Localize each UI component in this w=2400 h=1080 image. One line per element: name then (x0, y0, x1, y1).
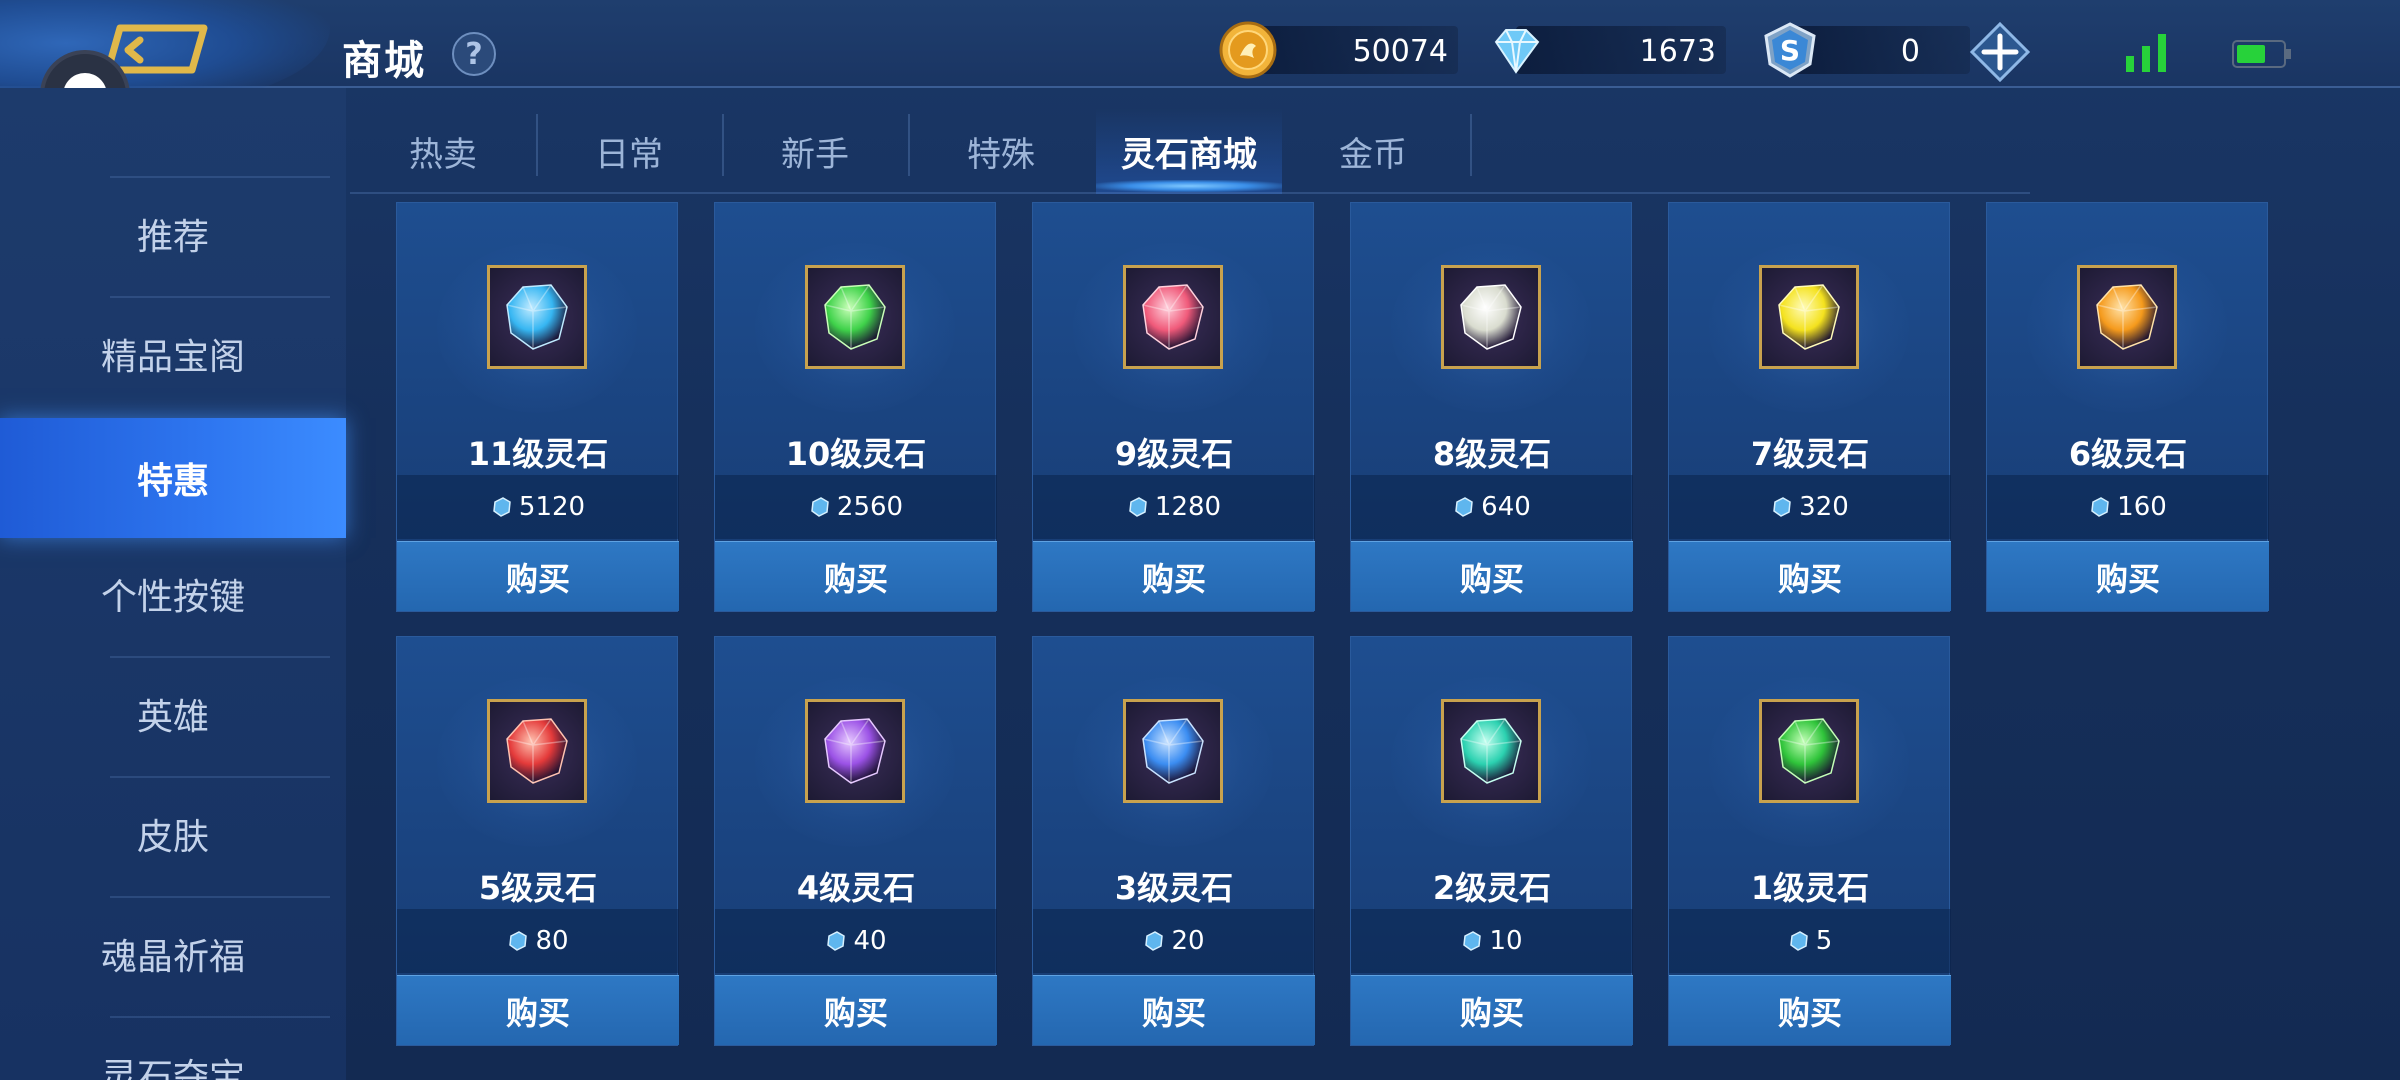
item-name: 3级灵石 (1114, 869, 1234, 907)
item-price: 160 (2117, 492, 2167, 522)
item-price: 640 (1481, 492, 1531, 522)
spirit-stone-currency-icon (1455, 497, 1473, 517)
spirit-stone-icon (1778, 718, 1840, 784)
item-name: 10级灵石 (785, 435, 927, 473)
item-icon-frame (1759, 265, 1859, 369)
buy-button[interactable]: 购买 (715, 975, 997, 1045)
product-card[interactable]: 1级灵石 5 购买 (1668, 636, 1951, 1046)
price-row: 1280 (1033, 475, 1315, 539)
item-price: 5 (1815, 926, 1833, 956)
spirit-stone-icon (1778, 284, 1840, 350)
product-grid: 11级灵石 5120 购买 10级灵石 2560 购买 9级灵石 1280 购买 8级灵石 640 购… (0, 0, 2400, 1080)
buy-button[interactable]: 购买 (1033, 975, 1315, 1045)
buy-button[interactable]: 购买 (397, 975, 679, 1045)
item-name: 2级灵石 (1432, 869, 1552, 907)
spirit-stone-currency-icon (2091, 497, 2109, 517)
item-price: 320 (1799, 492, 1849, 522)
item-name: 1级灵石 (1750, 869, 1870, 907)
item-name: 4级灵石 (796, 869, 916, 907)
item-icon-frame (805, 699, 905, 803)
buy-button[interactable]: 购买 (1351, 975, 1633, 1045)
item-price: 5120 (518, 492, 586, 522)
price-row: 5120 (397, 475, 679, 539)
spirit-stone-currency-icon (509, 931, 528, 951)
item-name: 5级灵石 (478, 869, 598, 907)
spirit-stone-icon (1460, 718, 1522, 784)
spirit-stone-icon (1142, 284, 1204, 350)
item-icon-frame (805, 265, 905, 369)
item-icon-frame (2077, 265, 2177, 369)
item-price: 2560 (836, 492, 904, 522)
item-price: 80 (535, 926, 569, 956)
spirit-stone-currency-icon (1129, 497, 1147, 517)
price-row: 5 (1669, 909, 1951, 973)
product-card[interactable]: 10级灵石 2560 购买 (714, 202, 997, 612)
product-card[interactable]: 9级灵石 1280 购买 (1032, 202, 1315, 612)
buy-button[interactable]: 购买 (1033, 541, 1315, 611)
item-name: 6级灵石 (2068, 435, 2188, 473)
spirit-stone-currency-icon (1789, 931, 1808, 951)
price-row: 320 (1669, 475, 1951, 539)
item-icon-frame (1123, 699, 1223, 803)
price-row: 640 (1351, 475, 1633, 539)
spirit-stone-currency-icon (811, 497, 829, 517)
item-price: 10 (1489, 926, 1523, 956)
spirit-stone-icon (2096, 284, 2158, 350)
item-icon-frame (1759, 699, 1859, 803)
buy-button[interactable]: 购买 (1669, 541, 1951, 611)
item-name: 9级灵石 (1114, 435, 1234, 473)
spirit-stone-icon (824, 718, 886, 784)
item-price: 40 (853, 926, 887, 956)
item-icon-frame (487, 699, 587, 803)
spirit-stone-icon (506, 718, 568, 784)
buy-button[interactable]: 购买 (397, 541, 679, 611)
product-card[interactable]: 2级灵石 10 购买 (1350, 636, 1633, 1046)
spirit-stone-currency-icon (1463, 931, 1482, 951)
item-icon-frame (1123, 265, 1223, 369)
product-card[interactable]: 5级灵石 80 购买 (396, 636, 679, 1046)
spirit-stone-icon (824, 284, 886, 350)
spirit-stone-currency-icon (493, 497, 511, 517)
spirit-stone-icon (506, 284, 568, 350)
item-icon-frame (487, 265, 587, 369)
item-price: 1280 (1154, 492, 1222, 522)
spirit-stone-currency-icon (827, 931, 846, 951)
product-card[interactable]: 3级灵石 20 购买 (1032, 636, 1315, 1046)
price-row: 2560 (715, 475, 997, 539)
buy-button[interactable]: 购买 (1669, 975, 1951, 1045)
spirit-stone-currency-icon (1145, 931, 1164, 951)
item-price: 20 (1171, 926, 1205, 956)
product-card[interactable]: 7级灵石 320 购买 (1668, 202, 1951, 612)
price-row: 160 (1987, 475, 2269, 539)
price-row: 10 (1351, 909, 1633, 973)
spirit-stone-currency-icon (1773, 497, 1791, 517)
shop-screen: 商城 ? 50074 1673 S 0 推荐 精品宝阁 特惠 个性按键 英雄 皮… (0, 0, 2400, 1080)
price-row: 40 (715, 909, 997, 973)
product-card[interactable]: 11级灵石 5120 购买 (396, 202, 679, 612)
buy-button[interactable]: 购买 (1987, 541, 2269, 611)
product-card[interactable]: 8级灵石 640 购买 (1350, 202, 1633, 612)
spirit-stone-icon (1460, 284, 1522, 350)
item-icon-frame (1441, 265, 1541, 369)
item-name: 11级灵石 (467, 435, 609, 473)
buy-button[interactable]: 购买 (715, 541, 997, 611)
item-name: 8级灵石 (1432, 435, 1552, 473)
price-row: 80 (397, 909, 679, 973)
item-icon-frame (1441, 699, 1541, 803)
spirit-stone-icon (1142, 718, 1204, 784)
product-card[interactable]: 6级灵石 160 购买 (1986, 202, 2269, 612)
product-card[interactable]: 4级灵石 40 购买 (714, 636, 997, 1046)
buy-button[interactable]: 购买 (1351, 541, 1633, 611)
price-row: 20 (1033, 909, 1315, 973)
item-name: 7级灵石 (1750, 435, 1870, 473)
